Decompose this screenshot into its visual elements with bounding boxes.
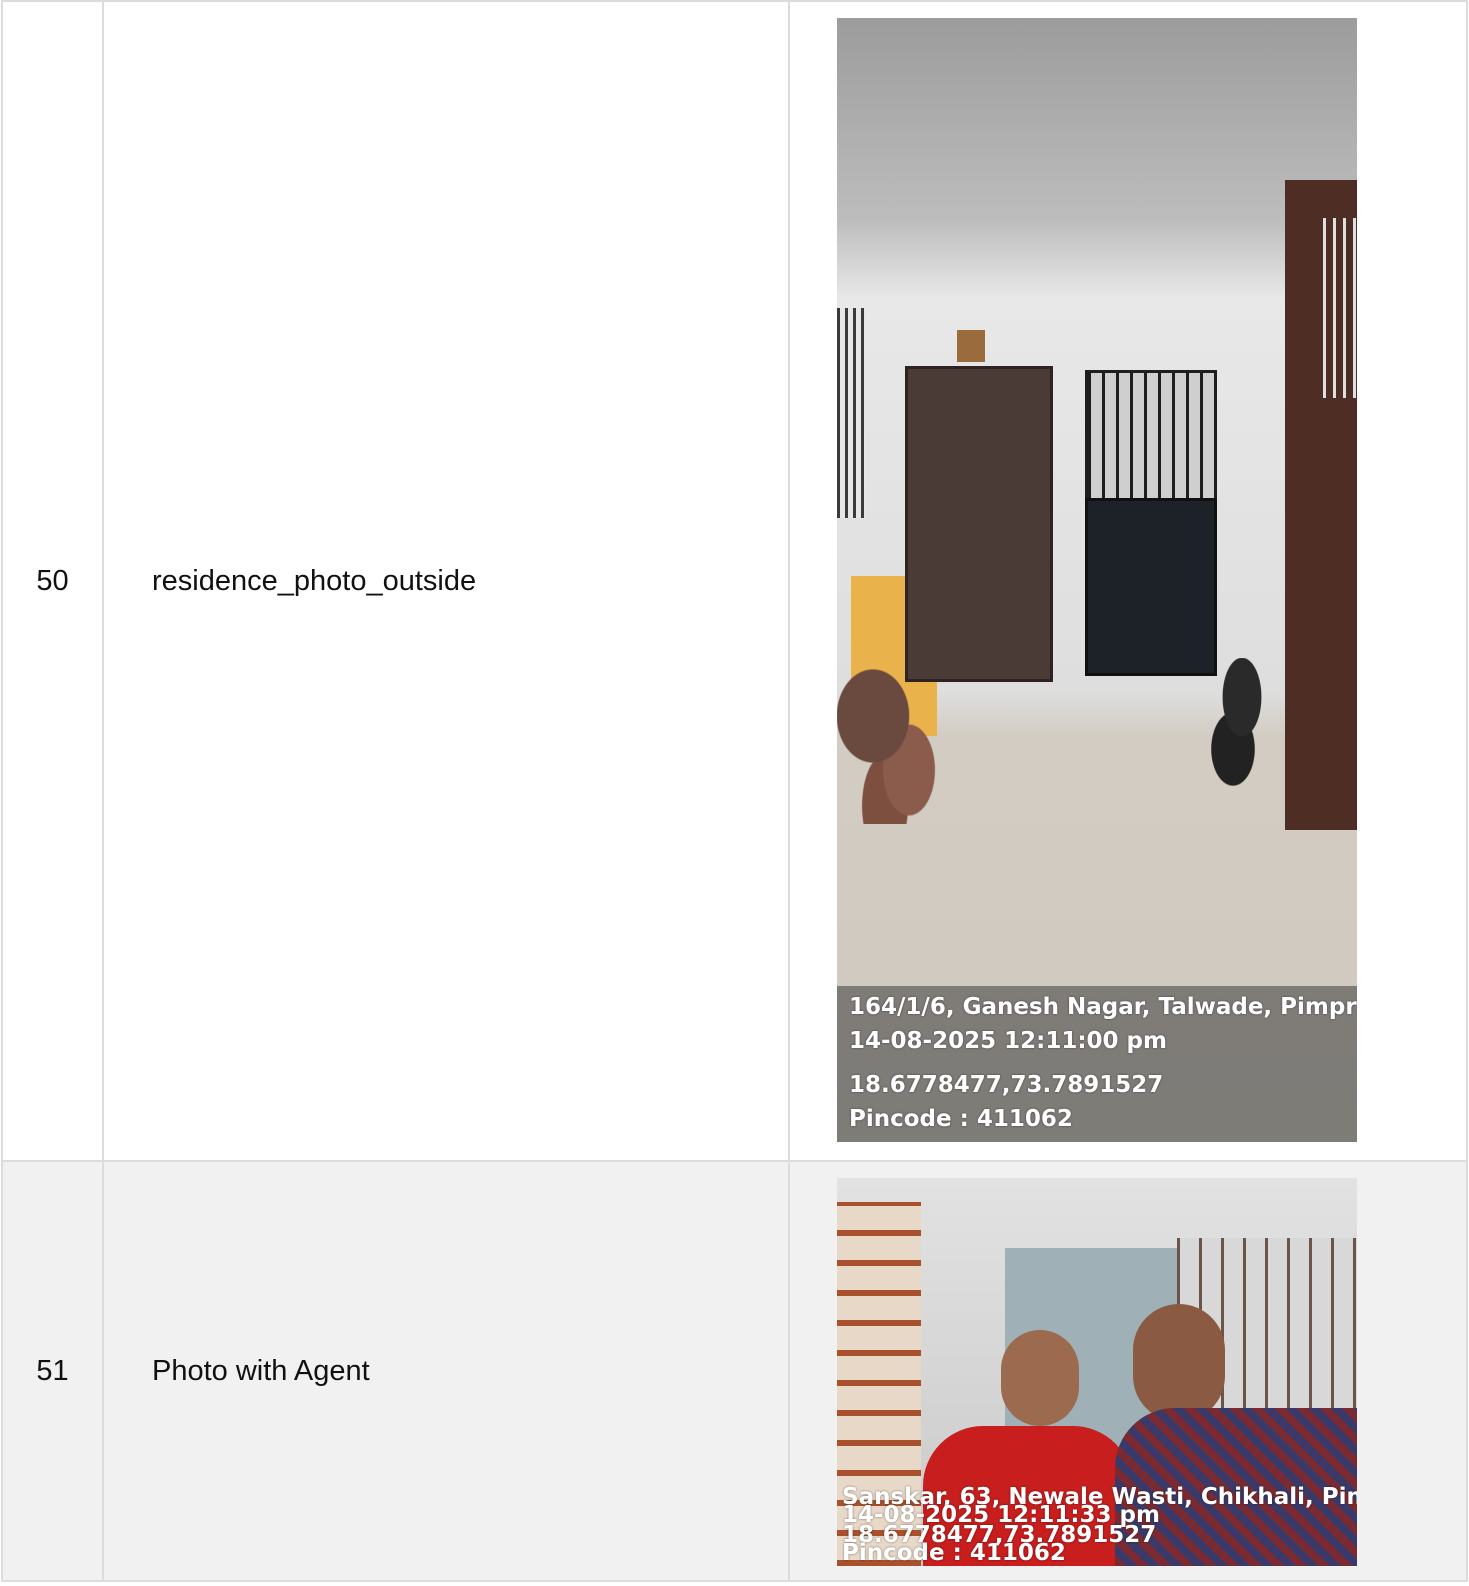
door-grill [1323,218,1357,398]
report-table: 50 residence_photo_outside 164/1/6, Gane… [1,0,1468,1582]
table-row: 50 residence_photo_outside 164/1/6, Gane… [1,0,1468,1162]
person-face [1001,1330,1079,1426]
photo-cell: 164/1/6, Ganesh Nagar, Talwade, Pimpri-C… [788,0,1468,1162]
row-number: 50 [1,0,104,1162]
row-number: 51 [1,1160,104,1582]
grille [1085,370,1217,504]
shoes [1197,658,1287,788]
row-label: Photo with Agent [102,1160,790,1582]
photo-pincode: Pincode : 411062 [849,1106,1073,1132]
person-face [1133,1304,1225,1422]
photo-pincode: Pincode : 411062 [842,1540,1066,1566]
window-grill [837,308,865,518]
shoes [837,644,957,824]
agent-photo[interactable]: Sanskar, 63, Newale Wasti, Chikhali, Pim… [837,1178,1357,1566]
residence-photo[interactable]: 164/1/6, Ganesh Nagar, Talwade, Pimpri-C… [837,18,1357,1142]
photo-datetime: 14-08-2025 12:11:00 pm [849,1028,1167,1054]
table-row: 51 Photo with Agent Sanskar, 63, Newale … [1,1160,1468,1582]
frame [957,330,985,362]
photo-coordinates: 18.6778477,73.7891527 [849,1072,1164,1098]
photo-cell: Sanskar, 63, Newale Wasti, Chikhali, Pim… [788,1160,1468,1582]
door [905,366,1053,682]
row-label: residence_photo_outside [102,0,790,1162]
photo-address: 164/1/6, Ganesh Nagar, Talwade, Pimpri-C… [849,994,1357,1020]
door [1085,498,1217,676]
